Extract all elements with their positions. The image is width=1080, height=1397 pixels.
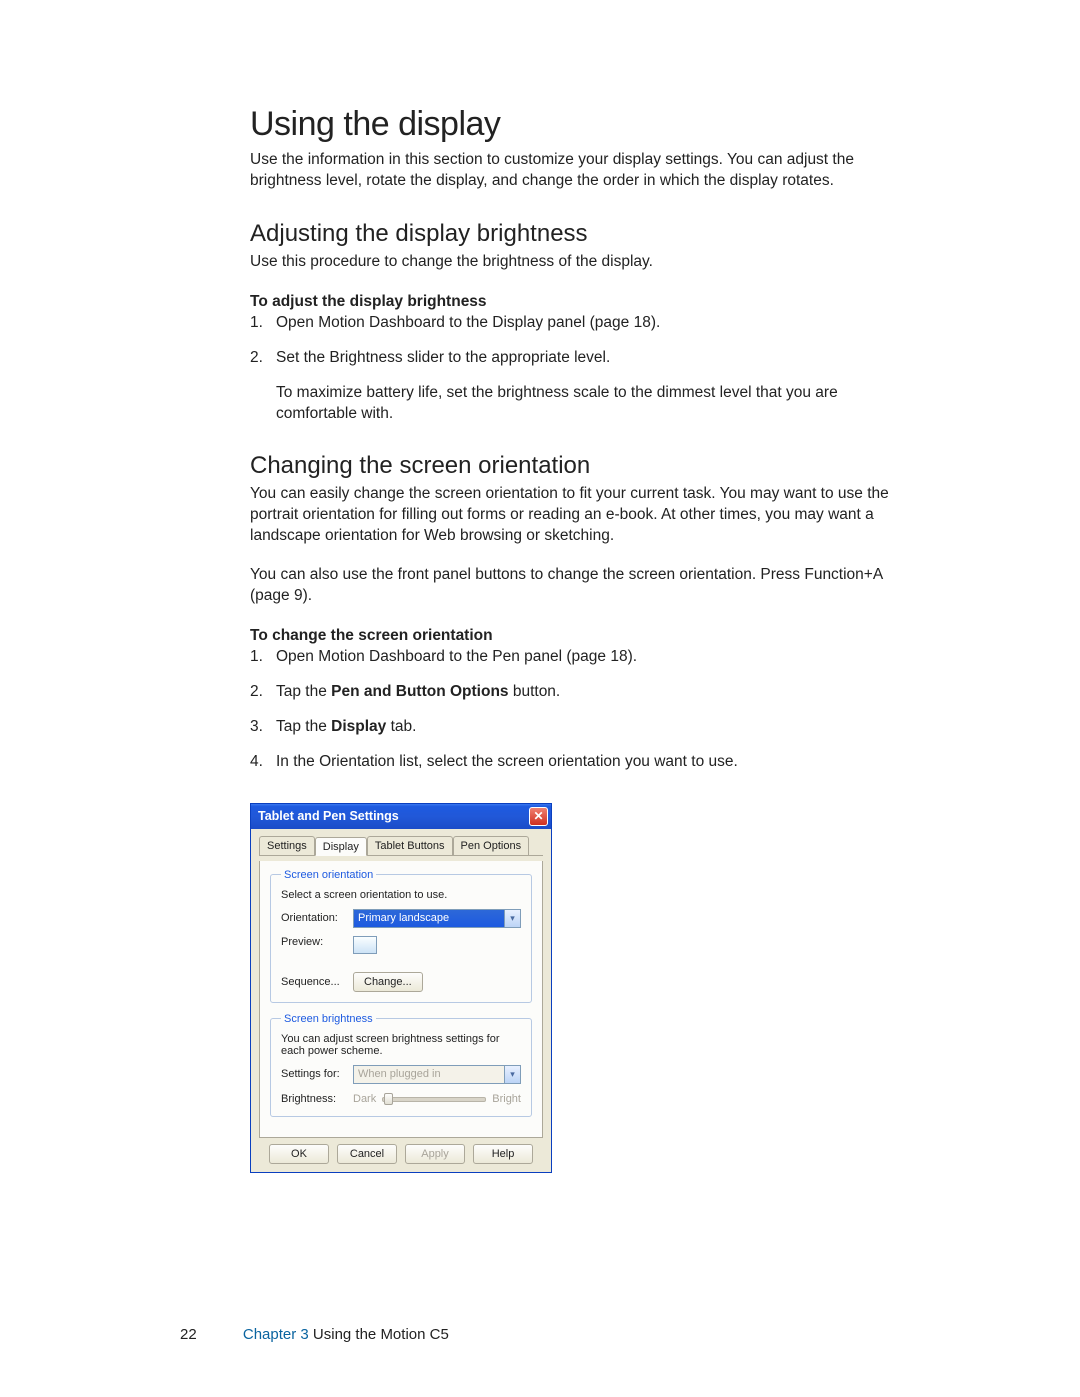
list-item: In the Orientation list, select the scre… (250, 752, 915, 773)
section-intro: Use this procedure to change the brightn… (250, 252, 915, 273)
tabpage-display: Screen orientation Select a screen orien… (259, 861, 543, 1138)
step-text: Set the Brightness slider to the appropr… (276, 349, 610, 366)
dialog-button-row: OK Cancel Apply Help (259, 1144, 543, 1164)
tab-tablet-buttons[interactable]: Tablet Buttons (367, 836, 453, 855)
brightness-label: Brightness: (281, 1093, 353, 1105)
chevron-down-icon: ▾ (504, 1066, 520, 1083)
step-bold: Display (331, 718, 386, 735)
tab-pen-options[interactable]: Pen Options (453, 836, 530, 855)
dropdown-value: When plugged in (358, 1068, 441, 1080)
procedure-list: Open Motion Dashboard to the Display pan… (250, 313, 915, 425)
orientation-preview (353, 936, 377, 954)
step-text: Tap the (276, 718, 331, 735)
step-note: To maximize battery life, set the bright… (276, 383, 915, 425)
procedure-heading: To change the screen orientation (250, 627, 915, 645)
step-text: Tap the (276, 683, 331, 700)
cancel-button[interactable]: Cancel (337, 1144, 397, 1164)
intro-paragraph: Use the information in this section to c… (250, 150, 915, 192)
step-bold: Pen and Button Options (331, 683, 508, 700)
close-icon: ✕ (533, 810, 543, 822)
brightness-slider[interactable] (382, 1092, 486, 1106)
group-legend: Screen brightness (281, 1013, 376, 1025)
slider-min-label: Dark (353, 1093, 376, 1105)
section-paragraph: You can also use the front panel buttons… (250, 565, 915, 607)
group-screen-orientation: Screen orientation Select a screen orien… (270, 869, 532, 1003)
procedure-list: Open Motion Dashboard to the Pen panel (… (250, 647, 915, 773)
chapter-label: Chapter 3 (243, 1326, 309, 1343)
step-text: tab. (386, 718, 416, 735)
settings-for-label: Settings for: (281, 1068, 353, 1080)
step-text: button. (509, 683, 561, 700)
group-screen-brightness: Screen brightness You can adjust screen … (270, 1013, 532, 1117)
group-note: Select a screen orientation to use. (281, 889, 521, 901)
group-note: You can adjust screen brightness setting… (281, 1033, 521, 1057)
apply-button[interactable]: Apply (405, 1144, 465, 1164)
list-item: Set the Brightness slider to the appropr… (250, 348, 915, 425)
ok-button[interactable]: OK (269, 1144, 329, 1164)
list-item: Open Motion Dashboard to the Pen panel (… (250, 647, 915, 668)
section-heading-brightness: Adjusting the display brightness (250, 220, 915, 248)
close-button[interactable]: ✕ (529, 807, 548, 826)
orientation-label: Orientation: (281, 912, 353, 924)
change-button[interactable]: Change... (353, 972, 423, 992)
procedure-heading: To adjust the display brightness (250, 293, 915, 311)
dropdown-value: Primary landscape (358, 912, 449, 924)
sequence-label: Sequence... (281, 976, 353, 988)
page-heading: Using the display (250, 105, 915, 144)
slider-max-label: Bright (492, 1093, 521, 1105)
list-item: Open Motion Dashboard to the Display pan… (250, 313, 915, 334)
group-legend: Screen orientation (281, 869, 376, 881)
list-item: Tap the Pen and Button Options button. (250, 682, 915, 703)
list-item: Tap the Display tab. (250, 717, 915, 738)
page-number: 22 (180, 1326, 197, 1343)
chevron-down-icon: ▾ (504, 910, 520, 927)
settings-for-dropdown: When plugged in ▾ (353, 1065, 521, 1084)
slider-thumb[interactable] (384, 1093, 393, 1105)
section-paragraph: You can easily change the screen orienta… (250, 484, 915, 547)
orientation-dropdown[interactable]: Primary landscape ▾ (353, 909, 521, 928)
tab-settings[interactable]: Settings (259, 836, 315, 855)
dialog-titlebar[interactable]: Tablet and Pen Settings ✕ (251, 804, 551, 829)
section-heading-orientation: Changing the screen orientation (250, 452, 915, 480)
dialog-title: Tablet and Pen Settings (258, 809, 399, 823)
preview-label: Preview: (281, 936, 353, 948)
help-button[interactable]: Help (473, 1144, 533, 1164)
dialog-tabs: Settings Display Tablet Buttons Pen Opti… (259, 836, 543, 856)
tablet-pen-settings-dialog: Tablet and Pen Settings ✕ Settings Displ… (250, 803, 552, 1173)
tab-display[interactable]: Display (315, 837, 367, 856)
page-footer: 22 Chapter 3 Using the Motion C5 (180, 1326, 449, 1343)
chapter-title: Using the Motion C5 (309, 1326, 449, 1343)
